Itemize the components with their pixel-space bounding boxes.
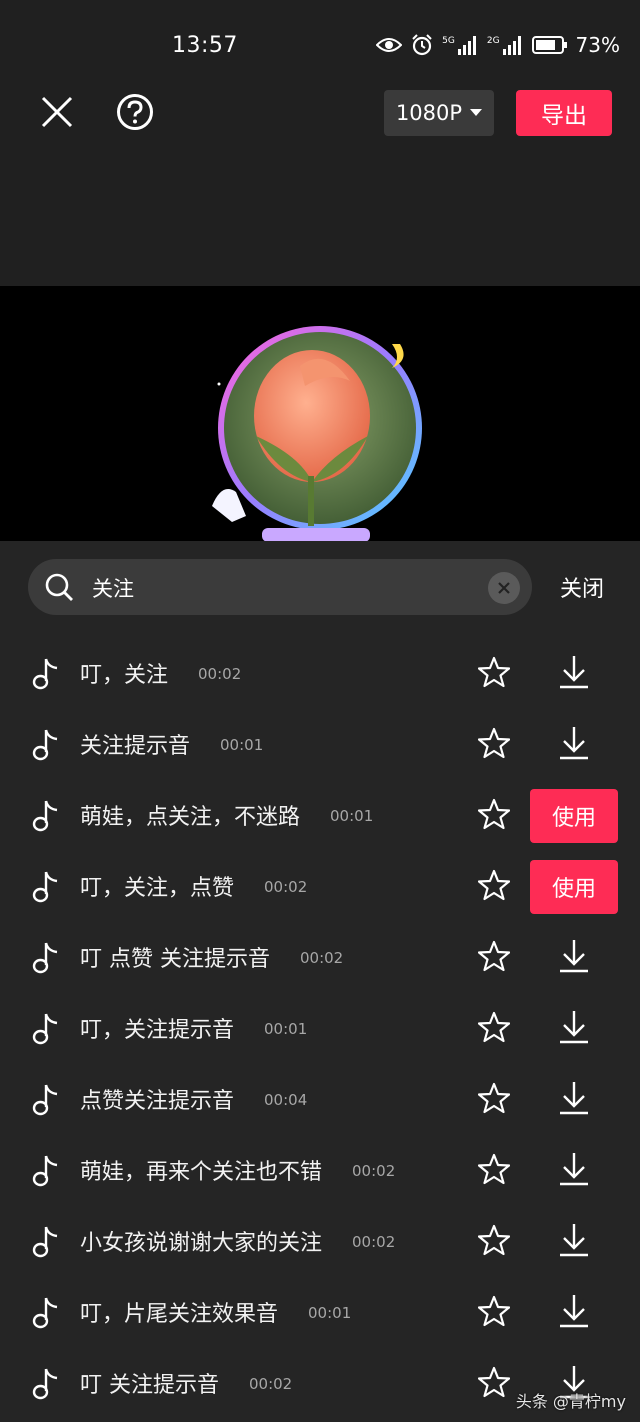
music-note-icon [32,1013,58,1045]
sound-duration: 00:01 [220,736,264,754]
sound-duration: 00:01 [330,807,374,825]
music-note-icon [32,942,58,974]
sound-duration: 00:02 [264,878,308,896]
sound-search-panel: 关注 关闭 叮，关注 00:02 关注提示音 00:01 萌娃，点关注，不迷路 00:0… [0,541,640,1422]
resolution-label: 1080P [395,101,463,125]
sound-row[interactable]: 萌娃，再来个关注也不错 00:02 [0,1134,640,1205]
export-button[interactable]: 导出 [516,90,612,136]
music-note-icon [32,658,58,690]
sound-title: 叮，关注，点赞 [80,876,235,901]
star-icon[interactable] [478,1224,510,1256]
sound-row[interactable]: 小女孩说谢谢大家的关注 00:02 [0,1205,640,1276]
sound-title: 萌娃，点关注，不迷路 [80,805,301,830]
sound-title: 叮，关注 [80,663,169,688]
sound-row[interactable]: 叮，关注 00:02 [0,637,640,708]
music-note-icon [32,871,58,903]
star-icon[interactable] [478,1153,510,1185]
download-icon[interactable] [558,1009,590,1045]
use-button[interactable]: 使用 [530,789,618,843]
music-note-icon [32,1084,58,1116]
status-icons: 5G 2G 73% [376,33,620,57]
music-note-icon [32,800,58,832]
use-button[interactable]: 使用 [530,860,618,914]
clear-search-button[interactable] [488,572,520,604]
star-icon[interactable] [478,1011,510,1043]
battery-percent: 73% [575,33,620,57]
sound-list: 叮，关注 00:02 关注提示音 00:01 萌娃，点关注，不迷路 00:01 使用 叮，关… [0,637,640,1418]
sound-row[interactable]: 叮 点赞 关注提示音 00:02 [0,921,640,992]
sound-duration: 00:02 [300,949,344,967]
sound-duration: 00:02 [249,1375,293,1393]
network-label-5g: 5G [442,36,455,46]
sound-duration: 00:02 [352,1233,396,1251]
sound-title: 叮 关注提示音 [80,1373,219,1398]
help-icon [117,94,153,130]
signal-icon [457,36,476,55]
download-icon[interactable] [558,725,590,761]
sound-title: 叮，关注提示音 [80,1018,235,1043]
star-icon[interactable] [478,1366,510,1398]
sound-duration: 00:02 [352,1162,396,1180]
sound-title: 萌娃，再来个关注也不错 [80,1160,323,1185]
preview-image [212,326,422,542]
help-button[interactable] [114,90,156,134]
editor-toolbar: 1080P 导出 [0,90,640,140]
alarm-icon [412,34,432,56]
star-icon[interactable] [478,1082,510,1114]
star-icon[interactable] [478,1295,510,1327]
close-icon [41,96,73,128]
video-preview[interactable] [0,286,640,542]
search-icon [45,573,73,601]
close-button[interactable] [36,90,78,134]
sound-row[interactable]: 叮，关注提示音 00:01 [0,992,640,1063]
sound-row[interactable]: 叮，片尾关注效果音 00:01 [0,1276,640,1347]
sound-row[interactable]: 叮，关注，点赞 00:02 使用 [0,850,640,921]
sound-row[interactable]: 点赞关注提示音 00:04 [0,1063,640,1134]
network-label-2g: 2G [486,36,500,46]
clear-icon [498,582,510,594]
sound-duration: 00:01 [264,1020,308,1038]
sound-row[interactable]: 关注提示音 00:01 [0,708,640,779]
star-icon[interactable] [478,940,510,972]
signal-icon [502,36,521,55]
status-bar: 13:57 5G 2G 73% [0,0,640,90]
download-icon[interactable] [558,1080,590,1116]
music-note-icon [32,1368,58,1400]
resolution-dropdown[interactable]: 1080P [384,90,494,136]
sound-title: 叮 点赞 关注提示音 [80,947,270,972]
star-icon[interactable] [478,869,510,901]
sound-title: 叮，片尾关注效果音 [80,1302,279,1327]
star-icon[interactable] [478,656,510,688]
sound-title: 小女孩说谢谢大家的关注 [80,1231,323,1256]
download-icon[interactable] [558,938,590,974]
music-note-icon [32,1226,58,1258]
download-icon[interactable] [558,654,590,690]
download-icon[interactable] [558,1222,590,1258]
star-icon[interactable] [478,727,510,759]
sound-title: 关注提示音 [80,734,191,759]
download-icon[interactable] [558,1293,590,1329]
eye-icon [376,38,403,52]
battery-icon [531,36,567,54]
sound-duration: 00:01 [308,1304,352,1322]
download-icon[interactable] [558,1151,590,1187]
search-bar[interactable]: 关注 [28,559,532,615]
status-time: 13:57 [172,33,238,58]
search-input[interactable]: 关注 [92,573,134,603]
sound-duration: 00:02 [198,665,242,683]
close-search-button[interactable]: 关闭 [560,571,604,603]
star-icon[interactable] [478,798,510,830]
sound-row[interactable]: 萌娃，点关注，不迷路 00:01 使用 [0,779,640,850]
watermark: 头条 @青柠my [515,1392,626,1411]
sound-duration: 00:04 [264,1091,308,1109]
caret-down-icon [470,109,483,116]
music-note-icon [32,729,58,761]
music-note-icon [32,1297,58,1329]
sound-title: 点赞关注提示音 [80,1089,235,1114]
music-note-icon [32,1155,58,1187]
